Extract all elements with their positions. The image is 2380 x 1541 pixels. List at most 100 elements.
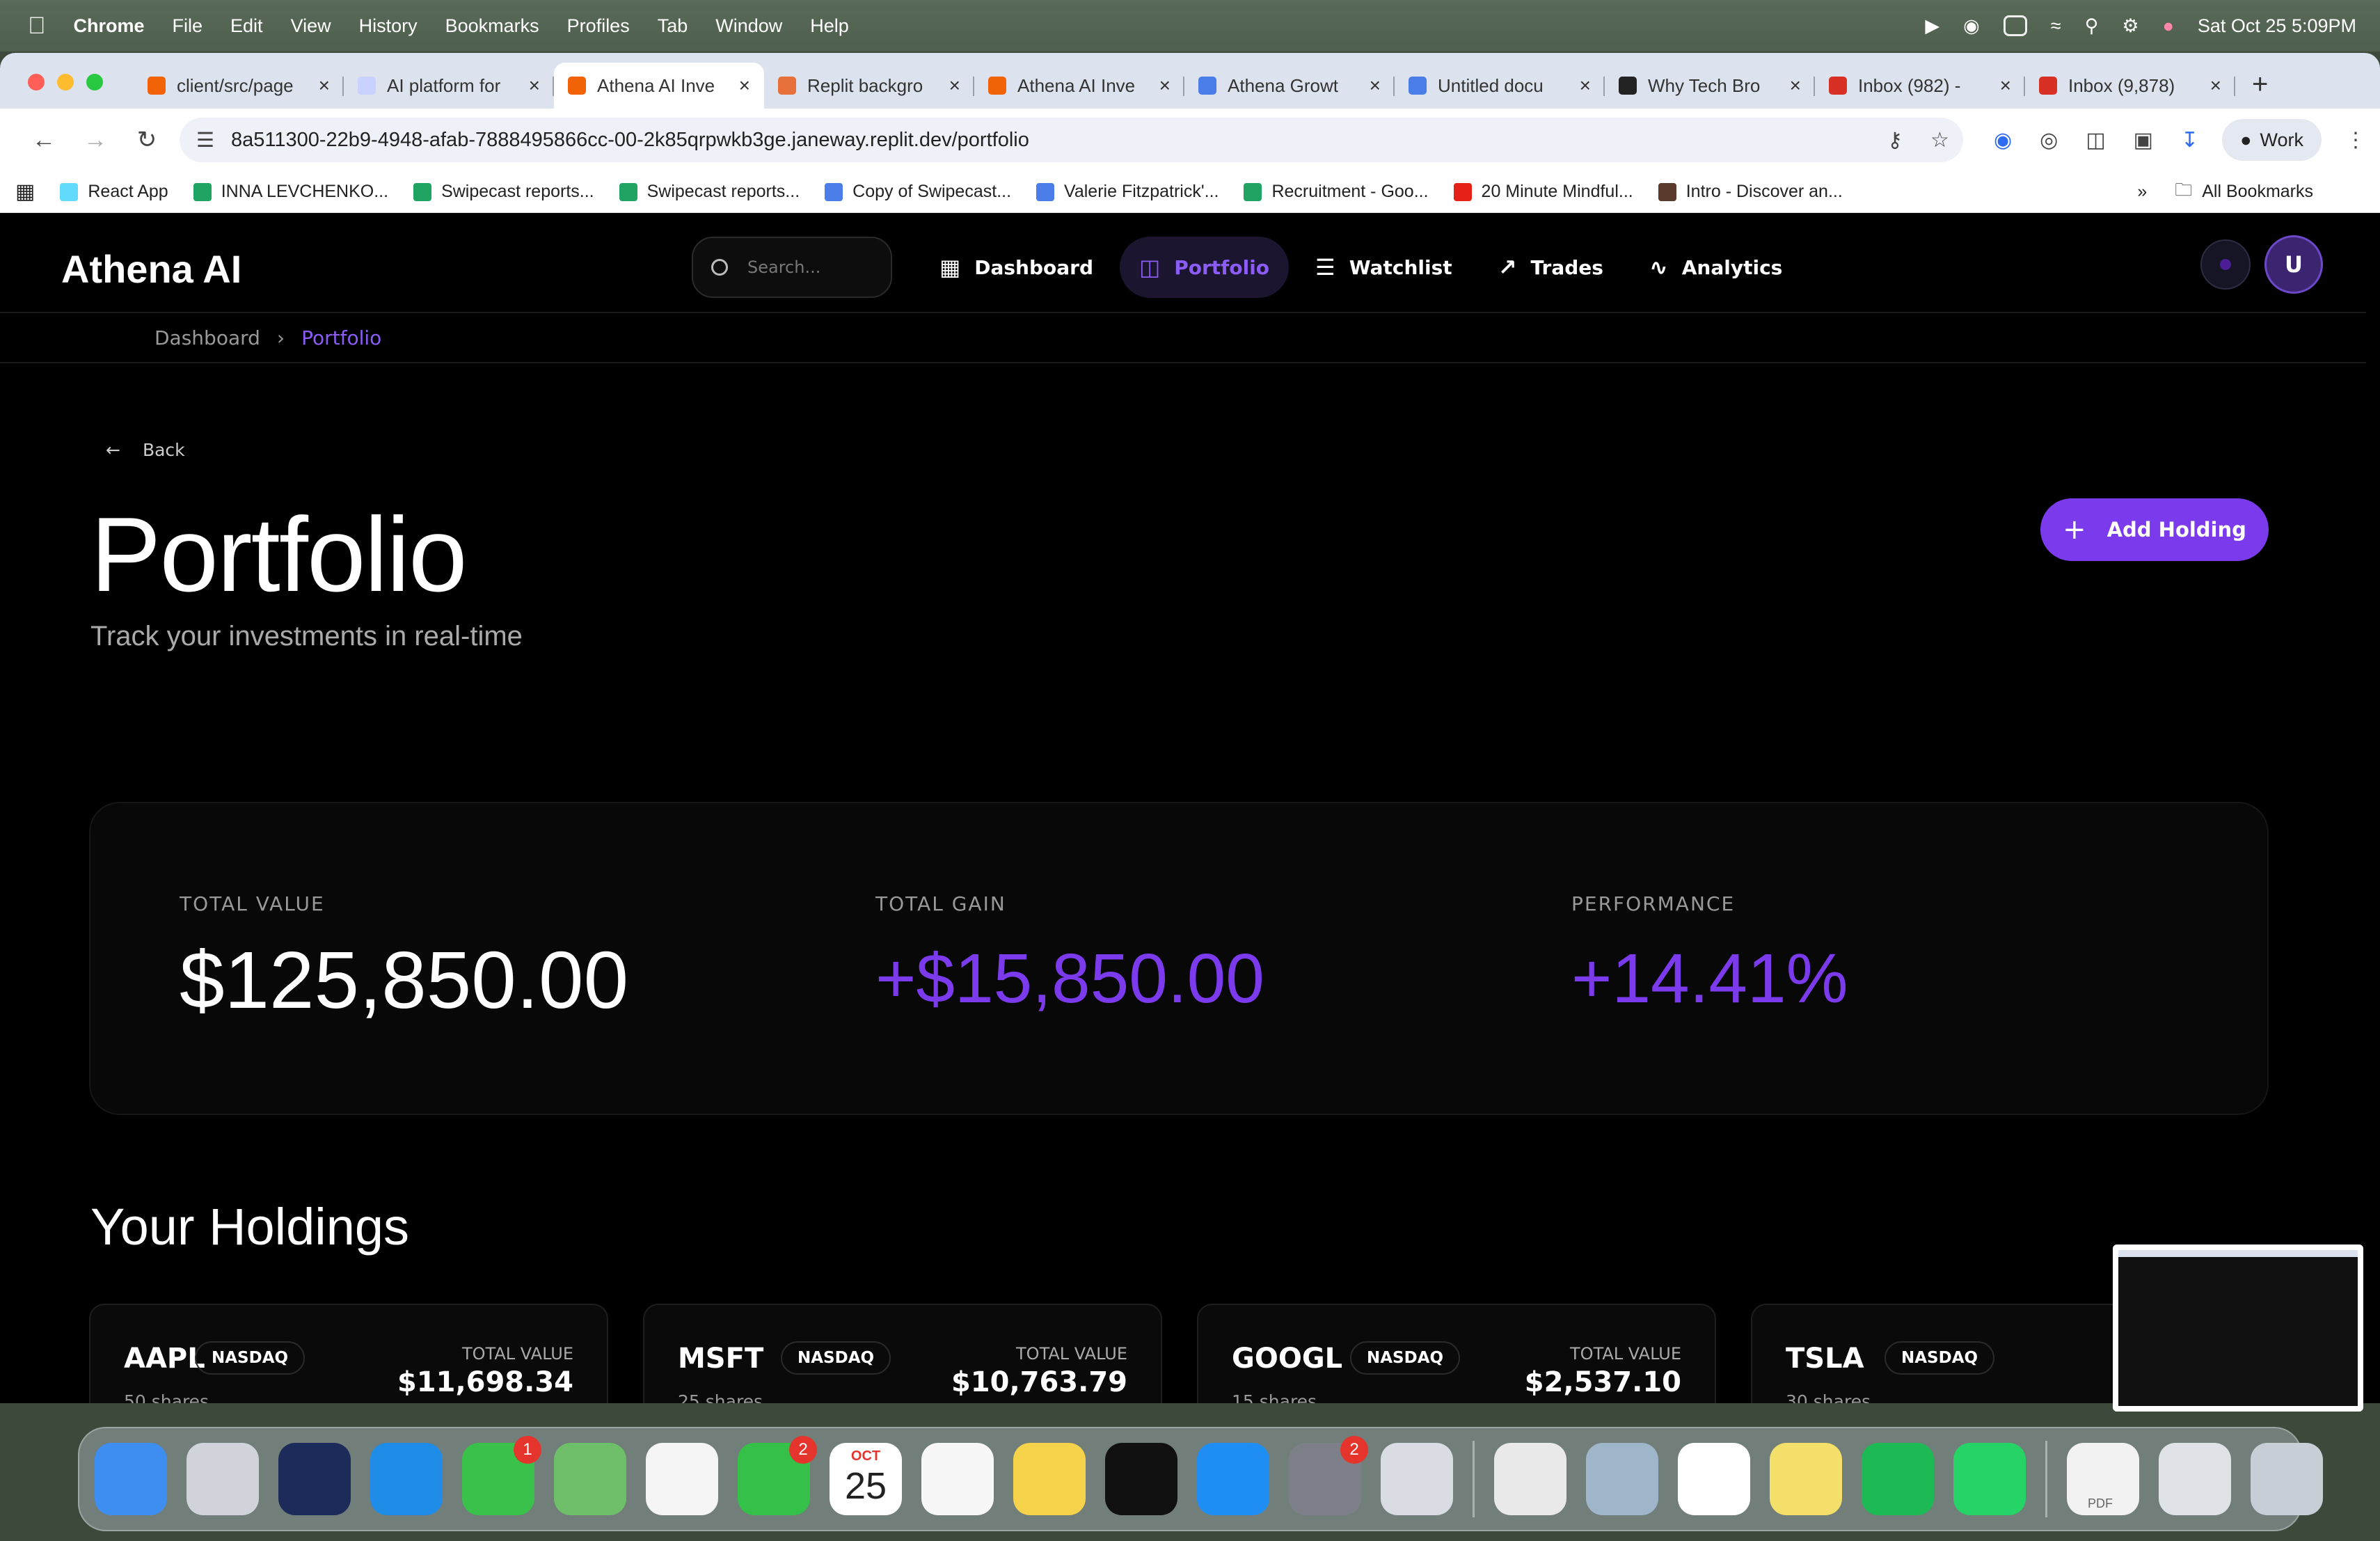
close-tab-icon[interactable]: × [1370, 74, 1381, 97]
app-store-icon[interactable] [1197, 1443, 1269, 1515]
menu-bookmarks[interactable]: Bookmarks [445, 15, 539, 37]
bookmark-item[interactable]: 20 Minute Mindful... [1453, 182, 1633, 202]
slack-icon[interactable] [1678, 1443, 1750, 1515]
search-input[interactable]: Search... [692, 237, 892, 298]
bookmark-item[interactable]: Recruitment - Goo... [1244, 182, 1429, 202]
star-icon[interactable]: ☆ [1930, 128, 1949, 152]
airpods-icon[interactable]: ◉ [1963, 15, 1980, 37]
close-tab-icon[interactable]: × [529, 74, 540, 97]
brand-logo[interactable]: Athena AI [61, 246, 241, 292]
reload-icon[interactable]: ↻ [121, 126, 173, 154]
menubar-clock[interactable]: Sat Oct 25 5:09PM [2198, 15, 2356, 37]
close-window-button[interactable] [28, 74, 45, 90]
reminders-icon[interactable] [921, 1443, 994, 1515]
nav-portfolio[interactable]: ◫ Portfolio [1120, 237, 1290, 298]
photos-icon[interactable] [646, 1443, 718, 1515]
calendar-icon[interactable]: OCT 25 [830, 1443, 902, 1515]
launchpad-icon[interactable] [187, 1443, 259, 1515]
holding-card[interactable]: GOOGL NASDAQ 15 shares TOTAL VALUE $2,53… [1197, 1304, 1716, 1403]
browser-tab[interactable]: Why Tech Bro × [1605, 63, 1815, 109]
nav-dashboard[interactable]: ▦ Dashboard [920, 237, 1113, 298]
messages-icon[interactable]: 1 [462, 1436, 541, 1515]
more-bookmarks-icon[interactable]: » [2137, 182, 2147, 202]
holding-card[interactable]: AAPL NASDAQ 50 shares TOTAL VALUE $11,69… [89, 1304, 608, 1403]
trash-icon[interactable] [2251, 1443, 2323, 1515]
bookmark-item[interactable]: Swipecast reports... [619, 182, 800, 202]
bookmark-item[interactable]: Swipecast reports... [413, 182, 594, 202]
finder-icon[interactable] [95, 1443, 167, 1515]
menu-file[interactable]: File [173, 15, 203, 37]
menu-help[interactable]: Help [810, 15, 849, 37]
new-tab-button[interactable]: + [2252, 69, 2268, 100]
download-icon[interactable]: ↧ [2181, 128, 2198, 152]
close-tab-icon[interactable]: × [319, 74, 330, 97]
address-bar[interactable]: ☰ 8a511300-22b9-4948-afab-7888495866cc-0… [180, 118, 1963, 162]
apple-icon[interactable]:  [28, 13, 46, 40]
whatsapp-icon[interactable] [1953, 1443, 2026, 1515]
facetime-icon[interactable]: 2 [738, 1436, 817, 1515]
browser-tab[interactable]: AI platform for × [344, 63, 554, 109]
browser-tab[interactable]: Untitled docu × [1395, 63, 1605, 109]
spark-icon[interactable] [278, 1443, 351, 1515]
chrome-icon[interactable] [1494, 1443, 1566, 1515]
stickies-icon[interactable] [1770, 1443, 1842, 1515]
tv-icon[interactable] [1105, 1443, 1177, 1515]
menu-tab[interactable]: Tab [658, 15, 688, 37]
more-menu-icon[interactable]: ⋮ [2345, 128, 2366, 152]
spotify-icon[interactable] [1862, 1443, 1934, 1515]
battery-icon[interactable] [2003, 15, 2027, 36]
pdf-document-icon[interactable]: PDF [2067, 1443, 2139, 1515]
minimize-window-button[interactable] [57, 74, 74, 90]
screenshot-thumbnail[interactable] [2113, 1244, 2363, 1412]
browser-tab[interactable]: client/src/page × [134, 63, 344, 109]
menu-history[interactable]: History [359, 15, 418, 37]
browser-tab[interactable]: Athena AI Inve × [974, 63, 1184, 109]
iphone-mirroring-icon[interactable] [1381, 1443, 1453, 1515]
safari-icon[interactable] [370, 1443, 443, 1515]
holding-card[interactable]: MSFT NASDAQ 25 shares TOTAL VALUE $10,76… [643, 1304, 1162, 1403]
menu-profiles[interactable]: Profiles [567, 15, 630, 37]
menu-edit[interactable]: Edit [230, 15, 263, 37]
nav-watchlist[interactable]: ☰ Watchlist [1296, 237, 1472, 298]
apps-grid-icon[interactable]: ▦ [15, 180, 35, 204]
browser-tab[interactable]: Inbox (982) - × [1815, 63, 2025, 109]
zoom-window-button[interactable] [86, 74, 103, 90]
menu-window[interactable]: Window [715, 15, 782, 37]
play-icon[interactable]: ▶ [1925, 15, 1939, 37]
status-button[interactable] [2200, 239, 2251, 290]
wifi-icon[interactable]: ≈ [2051, 15, 2061, 37]
siri-icon[interactable]: ● [2163, 15, 2174, 37]
close-tab-icon[interactable]: × [2000, 74, 2011, 97]
bookmark-item[interactable]: React App [60, 182, 168, 202]
bookmark-item[interactable]: Copy of Swipecast... [825, 182, 1011, 202]
control-center-icon[interactable]: ⚙ [2122, 15, 2139, 37]
site-settings-icon[interactable]: ☰ [196, 128, 214, 152]
system-settings-icon[interactable]: 2 [1289, 1436, 1368, 1515]
window-preview-icon[interactable] [2159, 1443, 2231, 1515]
close-tab-icon[interactable]: × [1790, 74, 1801, 97]
back-button[interactable]: ← Back [106, 440, 185, 460]
extension-icon[interactable]: ◎ [2040, 128, 2058, 152]
zoom-extension-icon[interactable]: ◉ [1994, 128, 2012, 152]
browser-tab[interactable]: Athena AI Inve × [554, 63, 764, 109]
profile-button[interactable]: ● Work [2222, 119, 2322, 161]
close-tab-icon[interactable]: × [949, 74, 960, 97]
add-holding-button[interactable]: + Add Holding [2040, 498, 2269, 561]
browser-tab[interactable]: Athena Growt × [1184, 63, 1395, 109]
notes-icon[interactable] [1013, 1443, 1086, 1515]
nav-trades[interactable]: ↗ Trades [1479, 237, 1623, 298]
maps-icon[interactable] [554, 1443, 626, 1515]
close-tab-icon[interactable]: × [1580, 74, 1591, 97]
bookmark-item[interactable]: Intro - Discover an... [1658, 182, 1843, 202]
browser-tab[interactable]: Replit backgro × [764, 63, 974, 109]
preview-icon[interactable] [1586, 1443, 1658, 1515]
forward-arrow-icon[interactable]: → [70, 127, 121, 154]
bookmark-item[interactable]: Valerie Fitzpatrick'... [1036, 182, 1219, 202]
close-tab-icon[interactable]: × [739, 74, 750, 97]
back-arrow-icon[interactable]: ← [18, 127, 70, 154]
bookmark-item[interactable]: INNA LEVCHENKO... [193, 182, 388, 202]
menu-app-name[interactable]: Chrome [74, 15, 145, 37]
browser-tab[interactable]: Inbox (9,878) × [2025, 63, 2235, 109]
puzzle-icon[interactable]: ◫ [2086, 128, 2105, 152]
menu-view[interactable]: View [291, 15, 331, 37]
